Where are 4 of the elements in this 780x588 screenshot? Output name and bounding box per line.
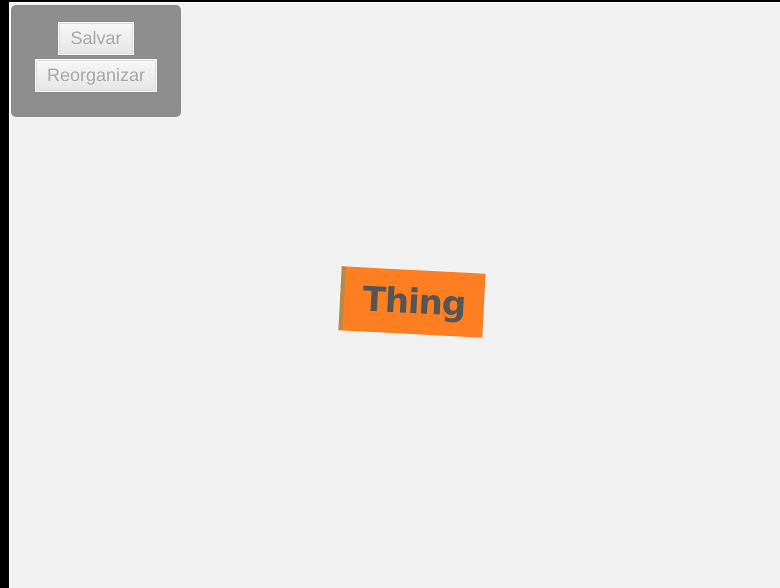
- node-block[interactable]: Thing: [338, 266, 486, 338]
- toolbar-button[interactable]: Salvar: [59, 23, 133, 54]
- toolbar-button[interactable]: Reorganizar: [36, 60, 156, 91]
- node-label: Thing: [362, 279, 466, 325]
